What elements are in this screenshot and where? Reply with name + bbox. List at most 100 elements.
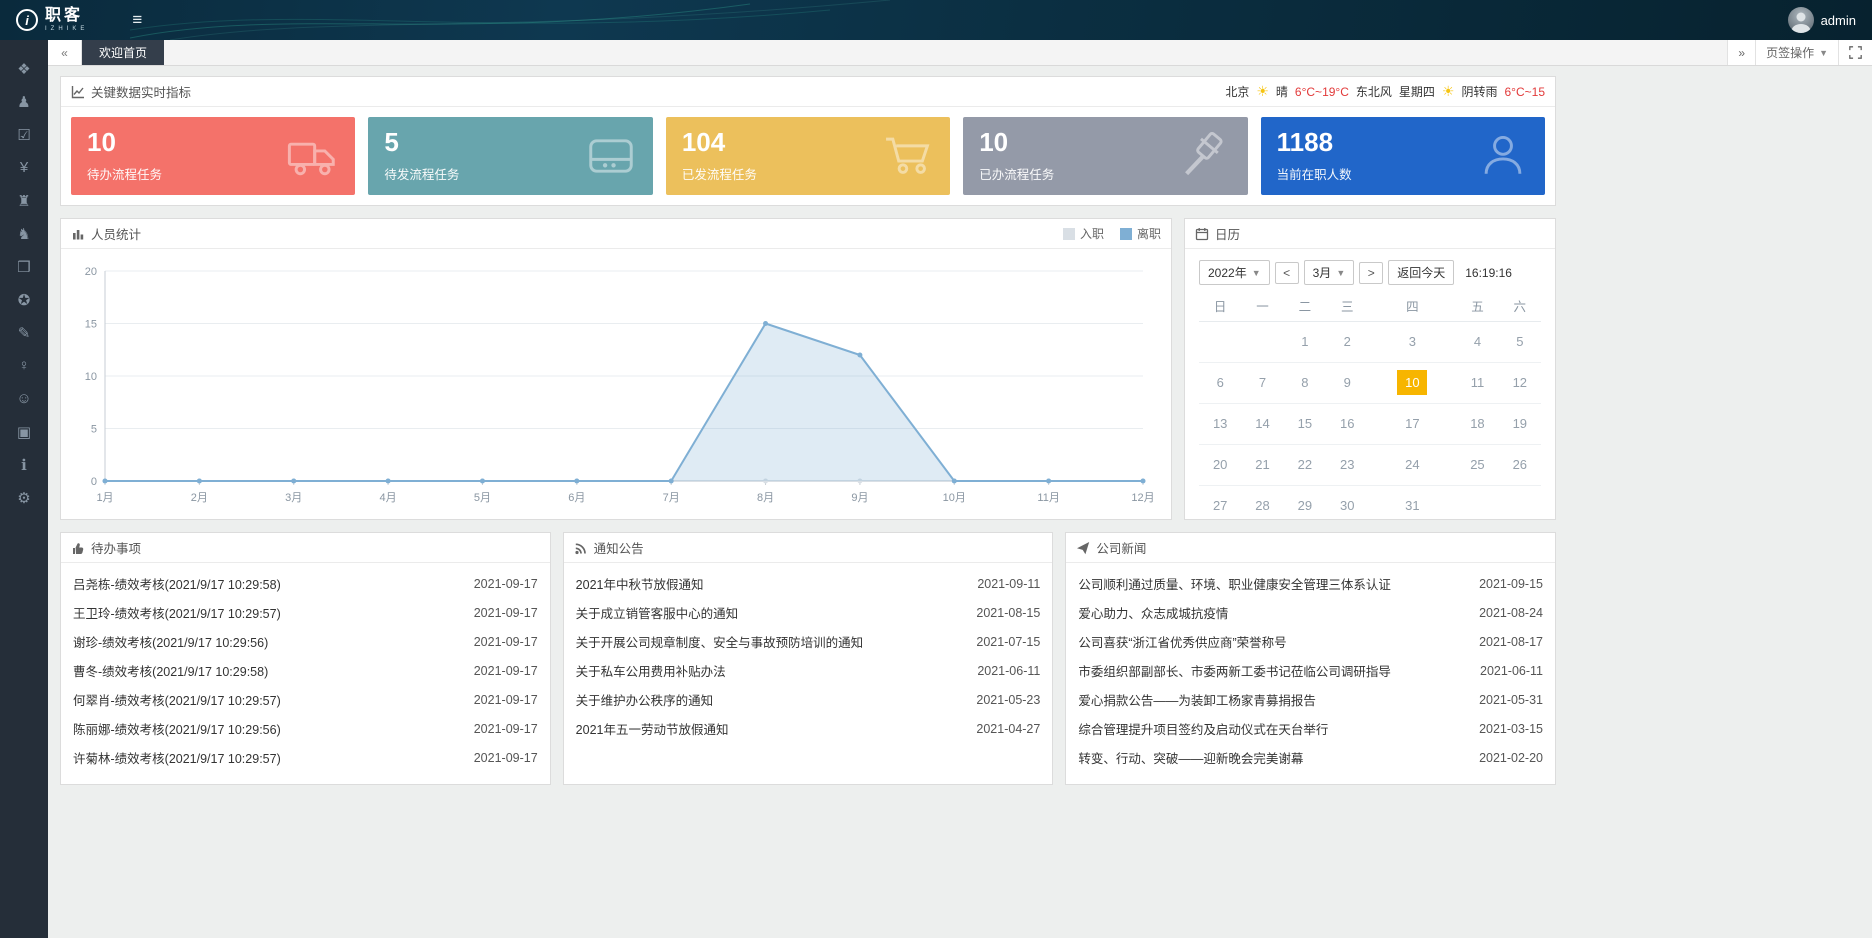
- list-item[interactable]: 综合管理提升项目签约及启动仪式在天台举行2021-03-15: [1078, 714, 1543, 743]
- list-item[interactable]: 公司喜获“浙江省优秀供应商”荣誉称号2021-08-17: [1078, 627, 1543, 656]
- month-select[interactable]: 3月 ▼: [1304, 260, 1355, 285]
- app-logo[interactable]: i 职客 IZHIKE: [0, 8, 104, 32]
- calendar-day[interactable]: 5: [1499, 321, 1541, 362]
- calendar-day[interactable]: 20: [1199, 444, 1241, 485]
- list-item[interactable]: 谢珍-绩效考核(2021/9/17 10:29:56)2021-09-17: [73, 627, 538, 656]
- tab-operations-dropdown[interactable]: 页签操作 ▼: [1755, 40, 1838, 65]
- monitor-icon[interactable]: ▣: [0, 415, 48, 448]
- calendar-day[interactable]: 22: [1284, 444, 1326, 485]
- calendar-day[interactable]: 24: [1368, 444, 1456, 485]
- calendar-day[interactable]: 23: [1326, 444, 1368, 485]
- list-item[interactable]: 陈丽娜-绩效考核(2021/9/17 10:29:56)2021-09-17: [73, 714, 538, 743]
- weather-condition-today: 晴: [1276, 83, 1288, 100]
- tabs-scroll-right-button[interactable]: »: [1727, 40, 1755, 65]
- list-item[interactable]: 公司顺利通过质量、环境、职业健康安全管理三体系认证2021-09-15: [1078, 569, 1543, 598]
- list-item[interactable]: 关于开展公司规章制度、安全与事故预防培训的通知2021-07-15: [576, 627, 1041, 656]
- list-item-text: 陈丽娜-绩效考核(2021/9/17 10:29:56): [73, 719, 281, 738]
- list-item[interactable]: 市委组织部副部长、市委两新工委书记莅临公司调研指导2021-06-11: [1078, 656, 1543, 685]
- training-icon[interactable]: ✎: [0, 316, 48, 349]
- list-item[interactable]: 何翠肖-绩效考核(2021/9/17 10:29:57)2021-09-17: [73, 685, 538, 714]
- app-subtitle: IZHIKE: [45, 26, 88, 32]
- list-item[interactable]: 关于私车公用费用补贴办法2021-06-11: [576, 656, 1041, 685]
- tabs-scroll-left-button[interactable]: «: [48, 40, 82, 65]
- user-menu[interactable]: admin: [1788, 7, 1872, 33]
- list-item[interactable]: 许菊林-绩效考核(2021/9/17 10:29:57)2021-09-17: [73, 743, 538, 772]
- stat-card-truck[interactable]: 10待办流程任务: [71, 117, 355, 195]
- staff-statistics-title: 人员统计: [91, 224, 141, 243]
- key-indicators-header: 关键数据实时指标 北京 ☀ 晴 6°C~19°C 东北风 星期四 ☀ 阴转雨 6…: [61, 77, 1555, 107]
- stat-card-archive[interactable]: 5待发流程任务: [368, 117, 652, 195]
- calendar-day[interactable]: 26: [1499, 444, 1541, 485]
- personnel-icon[interactable]: ♞: [0, 217, 48, 250]
- calendar-day[interactable]: 1: [1284, 321, 1326, 362]
- fullscreen-button[interactable]: [1838, 40, 1872, 65]
- next-month-button[interactable]: >: [1359, 262, 1383, 284]
- weather-temp-tomorrow: 6°C~15: [1505, 85, 1546, 99]
- calendar-day[interactable]: 29: [1284, 485, 1326, 526]
- calendar-day[interactable]: 18: [1456, 403, 1498, 444]
- calendar-day[interactable]: 13: [1199, 403, 1241, 444]
- performance-icon[interactable]: ✪: [0, 283, 48, 316]
- salary-icon[interactable]: ¥: [0, 151, 48, 184]
- calendar-day[interactable]: 6: [1199, 362, 1241, 403]
- back-to-today-button[interactable]: 返回今天: [1388, 260, 1454, 285]
- year-select-value: 2022年: [1208, 264, 1247, 281]
- calendar-day[interactable]: 11: [1456, 362, 1498, 403]
- organization-icon[interactable]: ♟: [0, 85, 48, 118]
- calendar-day[interactable]: 19: [1499, 403, 1541, 444]
- list-item[interactable]: 曹冬-绩效考核(2021/9/17 10:29:58)2021-09-17: [73, 656, 538, 685]
- stat-card-gavel[interactable]: 10已办流程任务: [963, 117, 1247, 195]
- employee-icon[interactable]: ☺: [0, 382, 48, 415]
- calendar-day[interactable]: 17: [1368, 403, 1456, 444]
- calendar-day[interactable]: 4: [1456, 321, 1498, 362]
- menu-toggle-icon[interactable]: ≡: [132, 10, 142, 30]
- list-item[interactable]: 王卫玲-绩效考核(2021/9/17 10:29:57)2021-09-17: [73, 598, 538, 627]
- list-item[interactable]: 吕尧栋-绩效考核(2021/9/17 10:29:58)2021-09-17: [73, 569, 538, 598]
- calendar-day[interactable]: 21: [1241, 444, 1283, 485]
- svg-text:0: 0: [91, 476, 97, 488]
- list-item[interactable]: 爱心助力、众志成城抗疫情2021-08-24: [1078, 598, 1543, 627]
- avatar: [1788, 7, 1814, 33]
- calendar-day[interactable]: 7: [1241, 362, 1283, 403]
- list-item[interactable]: 爱心捐款公告——为装卸工杨家青募捐报告2021-05-31: [1078, 685, 1543, 714]
- stat-card-user[interactable]: 1188当前在职人数: [1261, 117, 1545, 195]
- calendar-day[interactable]: 31: [1368, 485, 1456, 526]
- calendar-day[interactable]: 2: [1326, 321, 1368, 362]
- company-icon[interactable]: ♜: [0, 184, 48, 217]
- calendar-day[interactable]: 27: [1199, 485, 1241, 526]
- calendar-week-row: 2728293031: [1199, 485, 1541, 526]
- calendar-day[interactable]: 16: [1326, 403, 1368, 444]
- calendar-day[interactable]: 8: [1284, 362, 1326, 403]
- list-item[interactable]: 转变、行动、突破——迎新晚会完美谢幕2021-02-20: [1078, 743, 1543, 772]
- calendar-day[interactable]: 25: [1456, 444, 1498, 485]
- weekday-header: 一: [1241, 291, 1283, 321]
- calendar-day[interactable]: 12: [1499, 362, 1541, 403]
- calendar-day[interactable]: 28: [1241, 485, 1283, 526]
- list-item[interactable]: 关于维护办公秩序的通知2021-05-23: [576, 685, 1041, 714]
- list-item[interactable]: 关于成立销管客服中心的通知2021-08-15: [576, 598, 1041, 627]
- calendar-day[interactable]: 14: [1241, 403, 1283, 444]
- tab-home[interactable]: 欢迎首页: [82, 40, 164, 65]
- year-select[interactable]: 2022年 ▼: [1199, 260, 1270, 285]
- dashboard-icon[interactable]: ❖: [0, 52, 48, 85]
- calendar-day[interactable]: 30: [1326, 485, 1368, 526]
- fullscreen-icon: [1849, 46, 1862, 59]
- approval-icon[interactable]: ☑: [0, 118, 48, 151]
- info-icon[interactable]: ℹ: [0, 448, 48, 481]
- legend-item-入职[interactable]: 入职: [1063, 225, 1104, 242]
- calendar-day[interactable]: 15: [1284, 403, 1326, 444]
- list-item[interactable]: 2021年五一劳动节放假通知2021-04-27: [576, 714, 1041, 743]
- stat-card-cart[interactable]: 104已发流程任务: [666, 117, 950, 195]
- key-indicators-panel: 关键数据实时指标 北京 ☀ 晴 6°C~19°C 东北风 星期四 ☀ 阴转雨 6…: [60, 76, 1556, 206]
- prev-month-button[interactable]: <: [1275, 262, 1299, 284]
- settings-icon[interactable]: ⚙: [0, 481, 48, 514]
- calendar-day[interactable]: 10: [1368, 362, 1456, 403]
- briefcase-icon[interactable]: ❒: [0, 250, 48, 283]
- recruitment-icon[interactable]: ♀: [0, 349, 48, 382]
- legend-item-离职[interactable]: 离职: [1120, 225, 1161, 242]
- calendar-day[interactable]: 9: [1326, 362, 1368, 403]
- calendar-today[interactable]: 10: [1397, 370, 1427, 395]
- calendar-day[interactable]: 3: [1368, 321, 1456, 362]
- list-item[interactable]: 2021年中秋节放假通知2021-09-11: [576, 569, 1041, 598]
- weather-city: 北京: [1225, 83, 1249, 100]
